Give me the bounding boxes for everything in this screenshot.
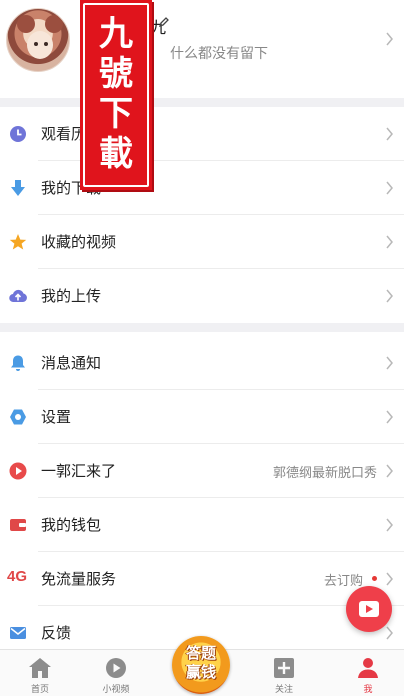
clock-icon [10,126,26,142]
watermark-text: 九號下載 [99,14,133,174]
menu-item-label: 反馈 [41,625,72,642]
menu-item-label: 消息通知 [41,355,102,372]
play-box-icon [359,601,379,617]
tab-label: 首页 [30,684,49,694]
menu-item-data-free-service[interactable]: 4G 免流量服务 去订购 [0,552,404,606]
cloud-upload-icon [9,289,27,303]
tab-label: 关注 [274,684,293,694]
floating-video-button[interactable] [346,586,392,632]
download-arrow-icon [11,180,25,196]
chevron-right-icon [386,518,393,532]
profile-header[interactable]: 九 什么都没有留下 [0,0,404,96]
section-gap [0,323,404,332]
avatar-eye [44,42,48,46]
avatar-hair-bun [45,15,63,33]
hexagon-settings-icon [10,409,26,425]
section-gap [0,98,404,107]
menu-item-my-downloads[interactable]: 我的下载 [0,161,404,215]
tab-label: 我 [363,684,373,694]
star-icon [9,234,27,250]
tab-short-video[interactable]: 小视频 [76,650,156,696]
chevron-right-icon [386,572,393,586]
chevron-right-icon [386,289,393,303]
menu-item-label: 免流量服务 [41,571,117,588]
avatar[interactable] [6,8,70,72]
plus-square-icon [274,658,294,678]
watermark-stamp: 九號下載 [80,0,152,190]
notification-dot [372,576,377,581]
tab-label: 小视频 [102,684,130,694]
home-icon [29,658,51,678]
answer-quiz-badge[interactable]: 答题 赢钱 [172,636,230,694]
menu-item-watch-history[interactable]: 观看历史 [0,107,404,161]
mail-icon [10,627,26,639]
play-circle-icon [106,658,126,678]
menu-item-label: 我的钱包 [41,517,102,534]
answer-quiz-badge-text: 答题 赢钱 [185,644,216,681]
avatar-eye [34,42,38,46]
menu-item-label: 一郭汇来了 [41,463,117,480]
menu-item-notifications[interactable]: 消息通知 [0,336,404,390]
menu-item-wallet[interactable]: 我的钱包 [0,498,404,552]
chevron-right-icon [386,235,393,249]
4g-icon: 4G [7,568,28,585]
chevron-right-icon [386,464,393,478]
chevron-right-icon [386,356,393,370]
wallet-icon [10,519,26,531]
tab-home[interactable]: 首页 [0,650,80,696]
menu-item-my-uploads[interactable]: 我的上传 [0,269,404,323]
tab-follow[interactable]: 关注 [244,650,324,696]
menu-item-label: 收藏的视频 [41,234,117,251]
profile-bio: 什么都没有留下 [170,45,268,61]
chevron-right-icon [386,32,393,46]
pencil-edit-icon[interactable] [158,16,170,28]
person-icon [358,658,378,678]
avatar-hair-bun [17,15,35,33]
avatar-face [27,31,53,59]
play-circle-icon [9,462,27,480]
bell-icon [11,355,25,371]
menu-item-label: 我的上传 [41,288,102,305]
chevron-right-icon [386,410,393,424]
tab-me[interactable]: 我 [328,650,404,696]
menu-item-value: 郭德纲最新脱口秀 [272,465,377,480]
menu-item-settings[interactable]: 设置 [0,390,404,444]
menu-item-guo-hui[interactable]: 一郭汇来了 郭德纲最新脱口秀 [0,444,404,498]
menu-item-favorites[interactable]: 收藏的视频 [0,215,404,269]
chevron-right-icon [386,181,393,195]
chevron-right-icon [386,127,393,141]
menu-item-label: 设置 [41,409,72,426]
